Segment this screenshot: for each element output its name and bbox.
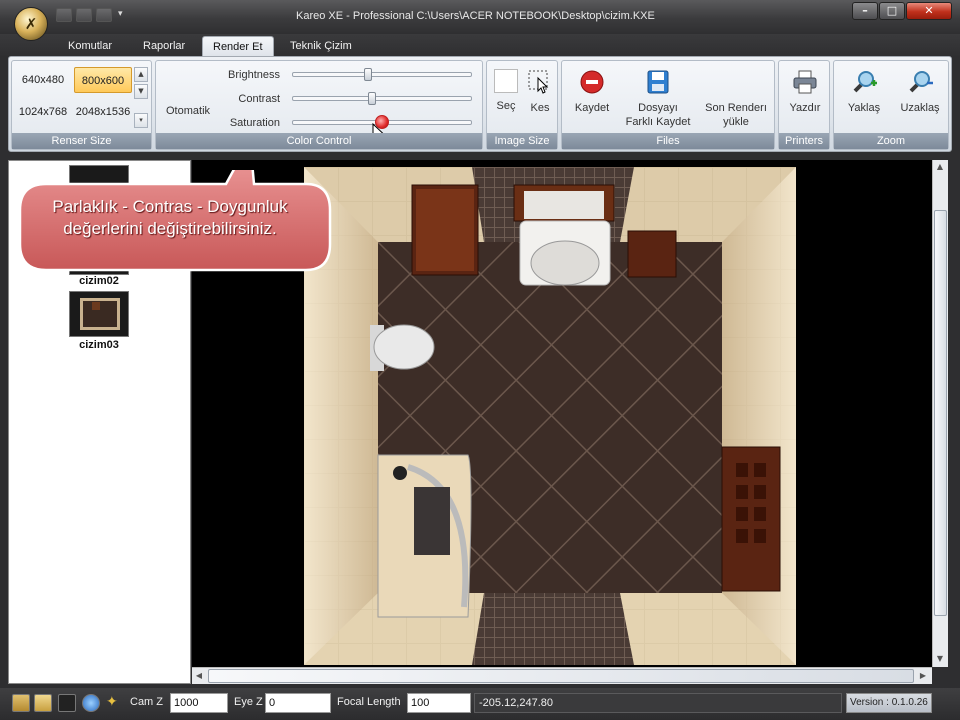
gallery-scroll-up-icon[interactable]: ▲ [134,67,148,82]
print-button-label: Yazdır [789,102,821,114]
grid-view-icon[interactable] [12,694,30,712]
contrast-slider[interactable] [292,92,472,105]
save-button[interactable]: Kaydet [566,69,618,115]
maximize-button[interactable]: □ [879,2,905,20]
save-as-label-line2: Farklı Kaydet [625,116,691,128]
load-last-render-label-line2: yükle [723,116,749,128]
render-size-group: 640x480 800x600 1024x768 2048x1536 ▲ ▼ ▾… [11,60,152,150]
brightness-label: Brightness [228,69,280,81]
version-label: Version : 0.1.0.26 [846,693,932,713]
print-button[interactable]: Yazdır [783,69,827,115]
scroll-down-icon[interactable]: ▼ [933,652,947,666]
white-square-icon [494,69,518,93]
scroll-left-icon[interactable]: ◀ [192,669,206,683]
contrast-slider-thumb[interactable] [368,92,376,105]
eye-z-input[interactable]: 0 [265,693,331,713]
save-as-button[interactable]: Dosyayı Farklı Kaydet [622,69,694,129]
zoom-out-button[interactable]: Uzaklaş [894,69,946,115]
auto-mode-button[interactable]: Otomatik [166,105,210,117]
brightness-slider-thumb[interactable] [364,68,372,81]
res-800x600-button[interactable]: 800x600 [74,67,132,93]
cam-z-input[interactable]: 1000 [170,693,228,713]
render-size-group-label: Renser Size [12,133,151,149]
quick-access-save-icon[interactable] [56,8,72,22]
gallery-scroll-down-icon[interactable]: ▼ [134,84,148,99]
horizontal-scroll-thumb[interactable] [208,669,914,683]
tab-komutlar[interactable]: Komutlar [58,36,122,56]
zoom-in-label: Yaklaş [847,102,881,114]
contrast-label: Contrast [238,93,280,105]
tab-raporlar[interactable]: Raporlar [133,36,195,56]
printer-icon [793,70,817,94]
color-control-group-label: Color Control [156,133,482,149]
printers-group: Yazdır Printers [778,60,830,150]
quick-access-undo-icon[interactable] [76,8,92,22]
ribbon-panel: 640x480 800x600 1024x768 2048x1536 ▲ ▼ ▾… [8,56,952,152]
color-control-group: Otomatik Brightness Contrast Saturation … [155,60,483,150]
close-button[interactable]: ✕ [906,2,952,20]
focal-length-label: Focal Length [337,696,401,708]
image-size-group-label: Image Size [487,133,557,149]
scroll-right-icon[interactable]: ▶ [916,669,930,683]
quick-access-redo-icon[interactable] [96,8,112,22]
eye-z-label: Eye Z [234,696,263,708]
load-last-render-button[interactable]: Son Renderı yükle [698,69,774,129]
res-2048x1536-button[interactable]: 2048x1536 [74,99,132,125]
save-as-label-line1: Dosyayı [638,102,678,114]
image-size-group: Seç Kes Image Size [486,60,558,150]
stop-record-icon [580,70,604,94]
app-logo-icon[interactable]: ✗ [14,7,48,41]
cam-z-label: Cam Z [130,696,163,708]
callout-line2: değerlerini değiştirebilirsiniz. [63,219,277,238]
light-icon[interactable]: ✦ [106,694,124,712]
cursor-coordinates: -205.12,247.80 [474,693,842,713]
quick-access-dropdown-icon[interactable]: ▾ [118,9,123,19]
zoom-group: Yaklaş Uzaklaş Zoom [833,60,949,150]
select-button-label: Seç [496,100,516,112]
ribbon-tabs: Komutlar Raporlar Render Et Teknik Çizim [0,34,960,56]
bathroom-render-image [304,167,796,665]
horizontal-scrollbar[interactable]: ◀ ▶ [192,667,932,684]
select-button[interactable]: Seç [491,69,521,113]
thumbnail-label: cizim03 [79,339,119,351]
app-window: ▾ Kareo XE - Professional C:\Users\ACER … [0,0,960,720]
res-1024x768-button[interactable]: 1024x768 [14,99,72,125]
printers-group-label: Printers [779,133,829,149]
vertical-scroll-thumb[interactable] [934,210,947,616]
crop-cursor-icon [528,70,549,94]
gallery-expand-icon[interactable]: ▾ [134,113,148,128]
save-button-label: Kaydet [574,102,610,114]
tab-teknik-cizim[interactable]: Teknik Çizim [280,36,362,56]
saturation-label: Saturation [229,117,280,129]
zoom-in-button[interactable]: Yaklaş [838,69,890,115]
tab-render-et[interactable]: Render Et [202,36,274,56]
callout-line1: Parlaklık - Contras - Doygunluk [52,197,288,216]
callout-text: Parlaklık - Contras - Doygunluk değerler… [30,196,310,240]
thumbnail-label: cizim02 [79,275,119,287]
files-group-label: Files [562,133,774,149]
zoom-out-label: Uzaklaş [900,102,940,114]
load-last-render-label-line1: Son Renderı [705,102,767,114]
files-group: Kaydet Dosyayı Farklı Kaydet Son Renderı… [561,60,775,150]
scroll-up-icon[interactable]: ▲ [933,160,947,174]
vertical-scrollbar[interactable]: ▲ ▼ [932,160,948,667]
thumbnail-cizim03[interactable] [69,291,129,337]
brightness-slider[interactable] [292,68,472,81]
frame-view-icon[interactable] [34,694,52,712]
zoom-group-label: Zoom [834,133,948,149]
crop-button[interactable]: Kes [525,69,555,115]
res-640x480-button[interactable]: 640x480 [14,67,72,93]
settings-gear-icon[interactable] [82,694,100,712]
title-bar: ▾ Kareo XE - Professional C:\Users\ACER … [0,0,960,34]
zoom-in-icon [853,71,877,93]
floppy-disk-icon [647,70,669,94]
status-bar: ✦ Cam Z 1000 Eye Z 0 Focal Length 100 -2… [0,688,960,720]
crop-button-label: Kes [530,102,550,114]
screen-icon[interactable] [58,694,76,712]
focal-length-input[interactable]: 100 [407,693,471,713]
minimize-button[interactable]: – [852,2,878,20]
zoom-out-icon [909,71,933,93]
window-title: Kareo XE - Professional C:\Users\ACER NO… [296,10,655,22]
